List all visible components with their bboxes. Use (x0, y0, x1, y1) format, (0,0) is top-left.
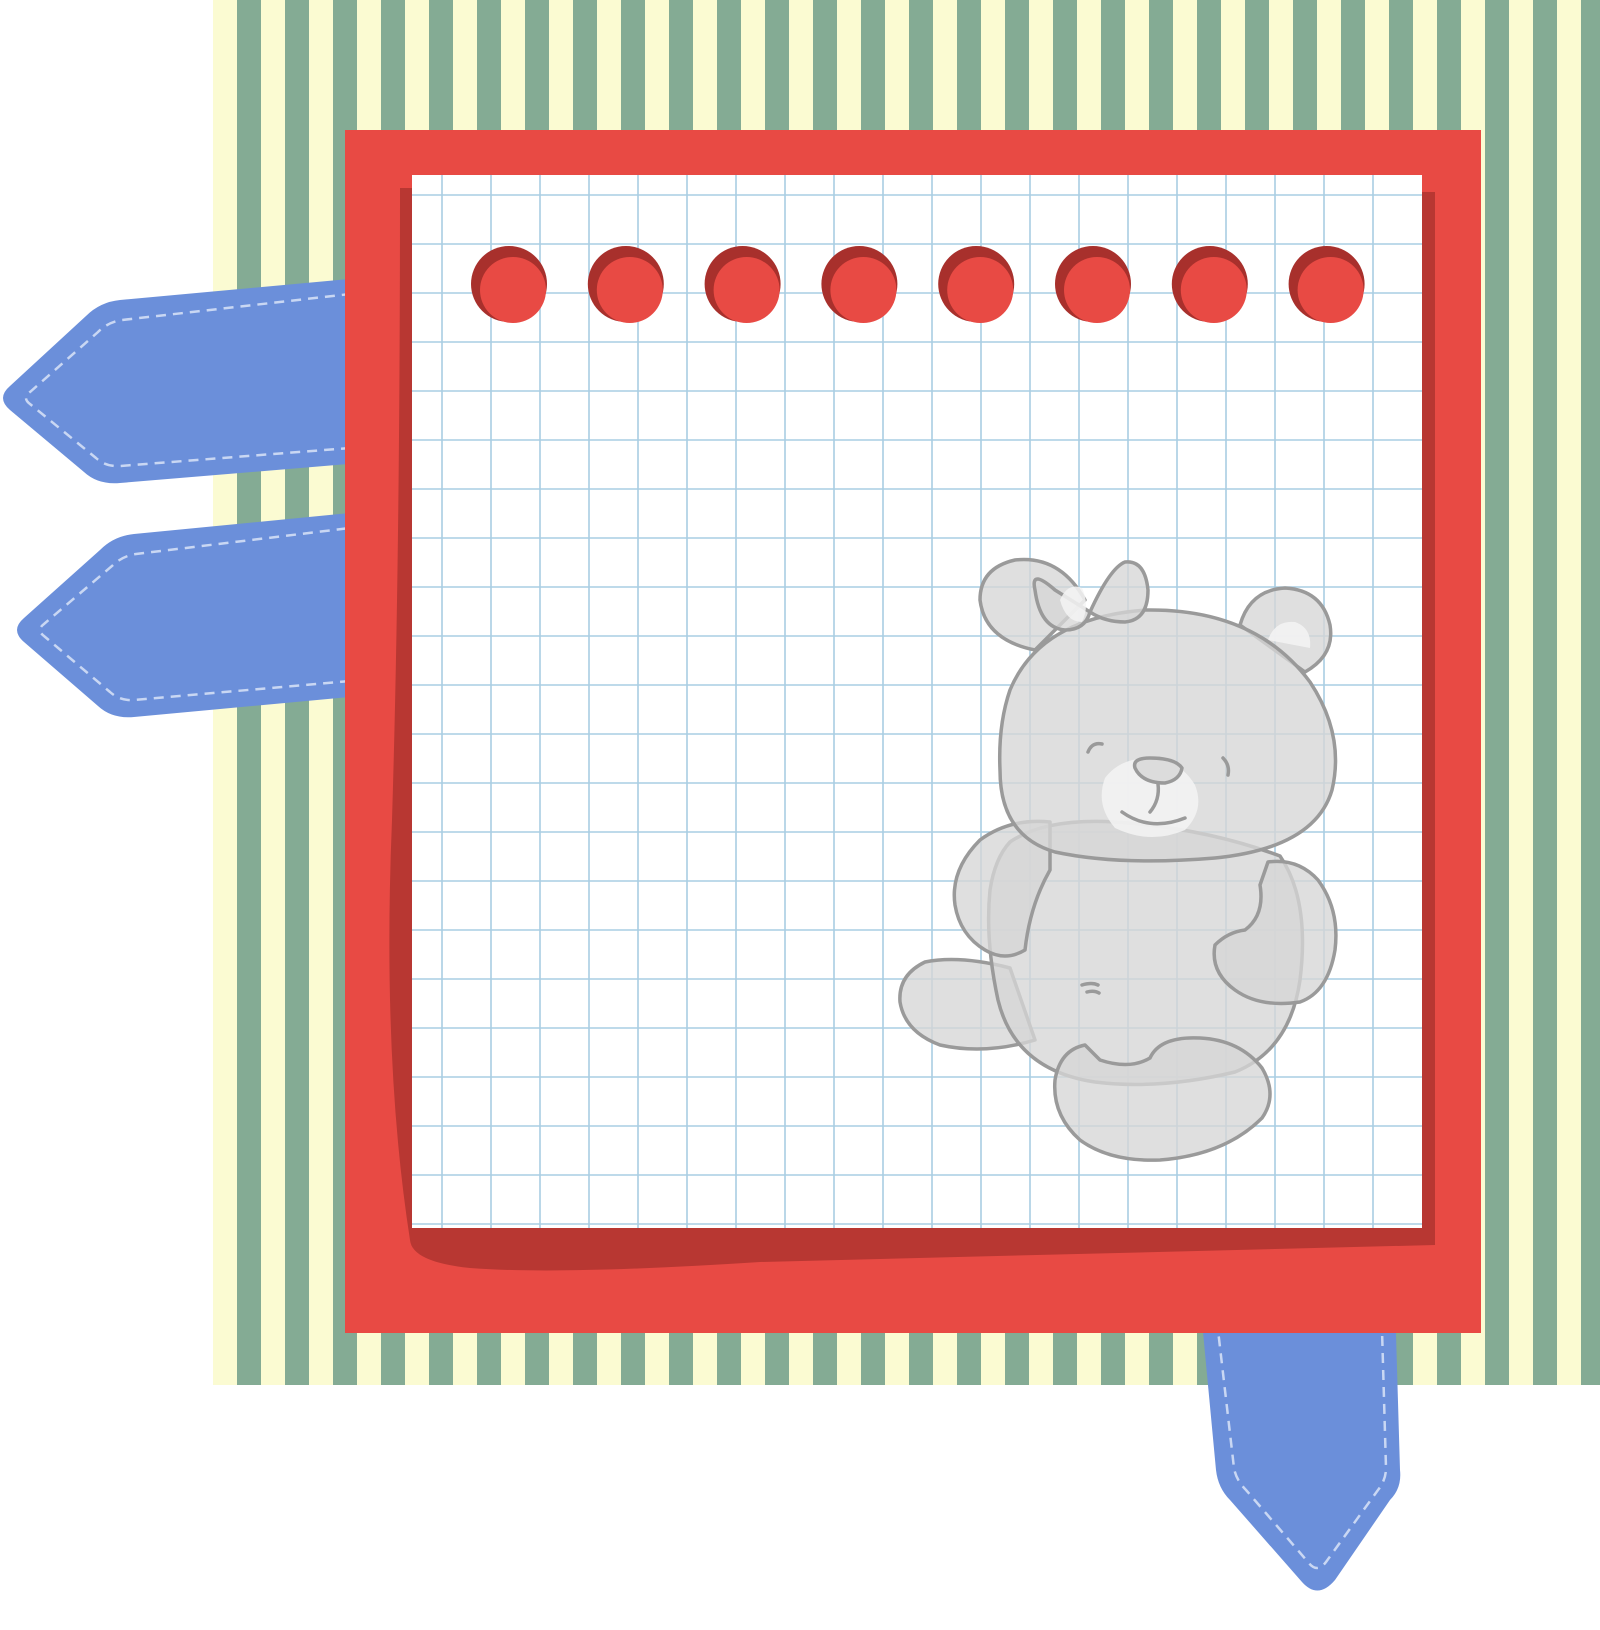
ribbon-left-lower (17, 512, 360, 718)
binder-hole-fill (1180, 257, 1247, 323)
binder-hole-fill (480, 257, 546, 323)
ribbon-left-upper-shape (3, 278, 360, 484)
binder-hole-fill (947, 257, 1014, 323)
ribbon-left-upper (3, 278, 360, 484)
binder-hole-fill (596, 257, 663, 323)
ribbon-left-lower-shape (17, 512, 360, 718)
binder-hole-fill (713, 257, 780, 323)
ribbon-bottom (1200, 1300, 1401, 1591)
notepad-illustration (0, 0, 1600, 1630)
binder-hole-fill (1297, 257, 1364, 323)
bear-belly-button (1080, 981, 1100, 987)
bear-belly-mark (1085, 989, 1101, 995)
illustration-canvas (3, 0, 1600, 1591)
binder-hole-fill (1064, 257, 1130, 323)
ribbon-bottom-shape (1200, 1300, 1401, 1591)
binder-hole-fill (830, 257, 897, 323)
